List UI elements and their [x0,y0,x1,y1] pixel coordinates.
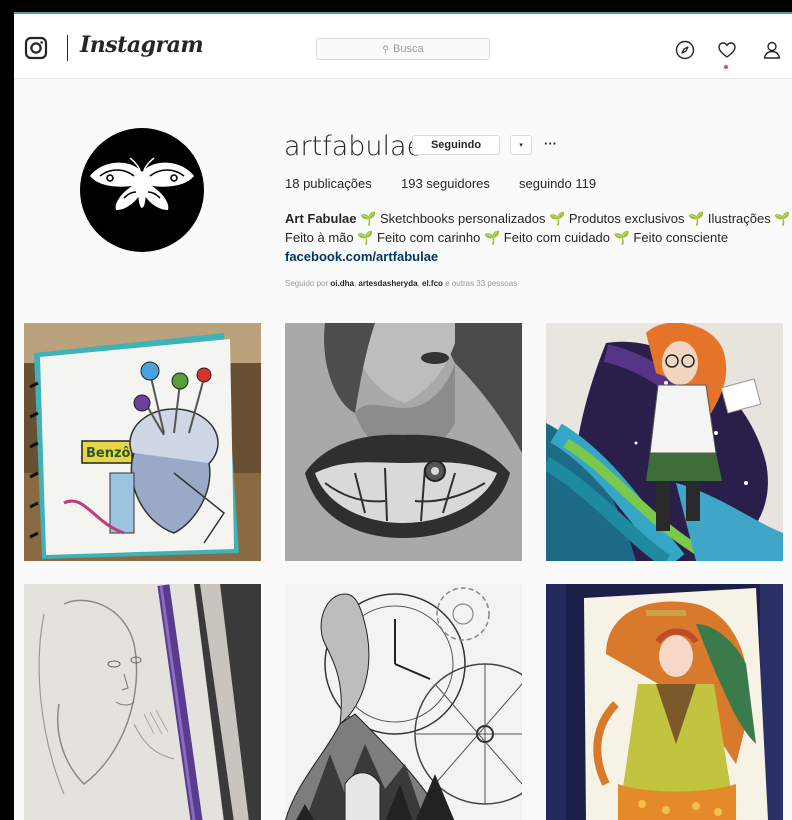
top-navigation-bar: Instagram ⚲ Busca [14,14,792,79]
post-image [285,323,522,561]
bio-line-2: Feito à mão 🌱 Feito com carinho 🌱 Feito … [285,230,729,245]
bio-line-1-text: Sketchbooks personalizados 🌱 Produtos ex… [379,211,791,226]
search-input[interactable]: ⚲ Busca [316,38,490,60]
more-options-button[interactable]: ··· [544,136,557,151]
sprout-emoji: 🌱 [360,211,377,226]
person-icon[interactable] [761,39,783,61]
instagram-page: Instagram ⚲ Busca artfabulae Seguindo ▾ … [14,14,792,820]
post-image [546,323,783,561]
heart-icon[interactable] [716,39,738,61]
post-image [546,584,783,820]
post-thumbnail[interactable]: Benzô [24,323,261,561]
bio-line-1: Art Fabulae 🌱 Sketchbooks personalizados… [285,209,791,228]
bio-full-name: Art Fabulae [285,211,357,226]
post-image [285,584,522,820]
profile-avatar[interactable] [80,128,204,252]
follower-link[interactable]: oi.dha [330,279,354,288]
post-thumbnail[interactable] [24,584,261,820]
suggestions-dropdown-button[interactable]: ▾ [510,135,532,155]
follower-link[interactable]: artesdasheryda [358,279,417,288]
post-thumbnail[interactable] [285,584,522,820]
instagram-glyph-icon[interactable] [24,36,48,60]
profile-username: artfabulae [284,131,424,162]
followers-count-link[interactable]: 193 seguidores [401,176,490,191]
post-label: Benzô [86,446,131,461]
post-thumbnail[interactable] [546,323,783,561]
post-image [24,584,261,820]
posts-count: 18 publicações [285,176,372,191]
notification-dot [724,65,728,69]
followed-by-suffix[interactable]: e outras 33 pessoas [445,279,517,288]
followed-by-prefix: Seguido por [285,279,329,288]
logo-divider [67,35,68,61]
bio-website-link[interactable]: facebook.com/artfabulae [285,247,785,266]
moth-logo-icon [90,157,194,210]
compass-icon[interactable] [674,39,696,61]
following-button[interactable]: Seguindo [412,135,500,155]
following-count-link[interactable]: seguindo 119 [519,176,596,191]
search-icon: ⚲ [382,43,389,54]
post-thumbnail[interactable] [546,584,783,820]
post-image: Benzô [24,323,261,561]
followed-by-text: Seguido por oi.dha, artesdasheryda, el.f… [285,279,518,288]
profile-bio: Art Fabulae 🌱 Sketchbooks personalizados… [285,209,791,266]
post-thumbnail[interactable] [285,323,522,561]
follower-link[interactable]: el.fco [422,279,443,288]
screen-frame: Instagram ⚲ Busca artfabulae Seguindo ▾ … [0,0,792,820]
search-placeholder: Busca [393,43,424,55]
instagram-wordmark[interactable]: Instagram [80,32,204,58]
